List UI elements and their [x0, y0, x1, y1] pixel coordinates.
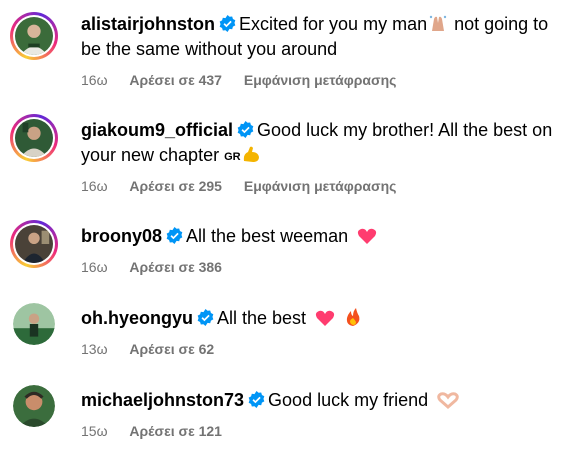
comment-time[interactable]: 16ω — [81, 259, 108, 275]
comment-likes[interactable]: Αρέσει σε 437 — [129, 72, 222, 88]
comment-item: oh.hyeongyu All the best 13ω Αρέσει σε 62 — [0, 296, 569, 366]
heart-hands-icon — [437, 392, 459, 409]
comment-item: giakoum9_official Good luck my brother! A… — [0, 112, 569, 212]
verified-badge-icon — [219, 15, 236, 32]
verified-badge-icon — [248, 391, 265, 408]
comment-likes[interactable]: Αρέσει σε 62 — [129, 341, 214, 357]
comment-username[interactable]: broony08 — [81, 226, 162, 246]
comment-time[interactable]: 16ω — [81, 72, 108, 88]
comment-time[interactable]: 16ω — [81, 178, 108, 194]
comment-text: Excited for you my man — [239, 14, 428, 34]
comment-likes[interactable]: Αρέσει σε 386 — [129, 259, 222, 275]
comment-time[interactable]: 13ω — [81, 341, 108, 357]
pink-heart-icon — [358, 228, 377, 244]
avatar-image-icon — [15, 119, 53, 157]
comment-likes[interactable]: Αρέσει σε 295 — [129, 178, 222, 194]
avatar[interactable] — [10, 220, 58, 268]
praying-hands-icon — [429, 15, 447, 31]
comment-username[interactable]: michaeljohnston73 — [81, 390, 244, 410]
verified-badge-icon — [166, 227, 183, 244]
comment-username[interactable]: oh.hyeongyu — [81, 308, 193, 328]
verified-badge-icon — [237, 121, 254, 138]
avatar-image-icon — [15, 17, 53, 55]
comment-time[interactable]: 15ω — [81, 423, 108, 439]
comment-item: alistairjohnston Excited for you my man n… — [0, 0, 569, 100]
comment-item: michaeljohnston73 Good luck my friend 15ω… — [0, 378, 569, 460]
avatar-image-icon — [15, 225, 53, 263]
avatar-image-icon — [13, 385, 55, 427]
pink-heart-icon — [315, 310, 335, 326]
comment-username[interactable]: alistairjohnston — [81, 14, 215, 34]
avatar[interactable] — [10, 114, 58, 162]
comment-likes[interactable]: Αρέσει σε 121 — [129, 423, 222, 439]
avatar[interactable] — [10, 300, 58, 348]
see-translation-link[interactable]: Εμφάνιση μετάφρασης — [244, 178, 397, 194]
avatar-image-icon — [13, 303, 55, 345]
comment-text: Good luck my friend — [268, 390, 429, 410]
avatar[interactable] — [10, 12, 58, 60]
flexed-biceps-icon — [243, 146, 259, 162]
verified-badge-icon — [197, 309, 214, 326]
fire-icon — [346, 308, 360, 326]
comment-username[interactable]: giakoum9_official — [81, 120, 233, 140]
comment-text: All the best — [217, 308, 307, 328]
comment-item: broony08 All the best weeman 16ω Αρέσει σ… — [0, 214, 569, 284]
flag-icon: GR — [224, 151, 241, 163]
see-translation-link[interactable]: Εμφάνιση μετάφρασης — [244, 72, 397, 88]
avatar[interactable] — [10, 382, 58, 430]
comment-text: All the best weeman — [186, 226, 349, 246]
